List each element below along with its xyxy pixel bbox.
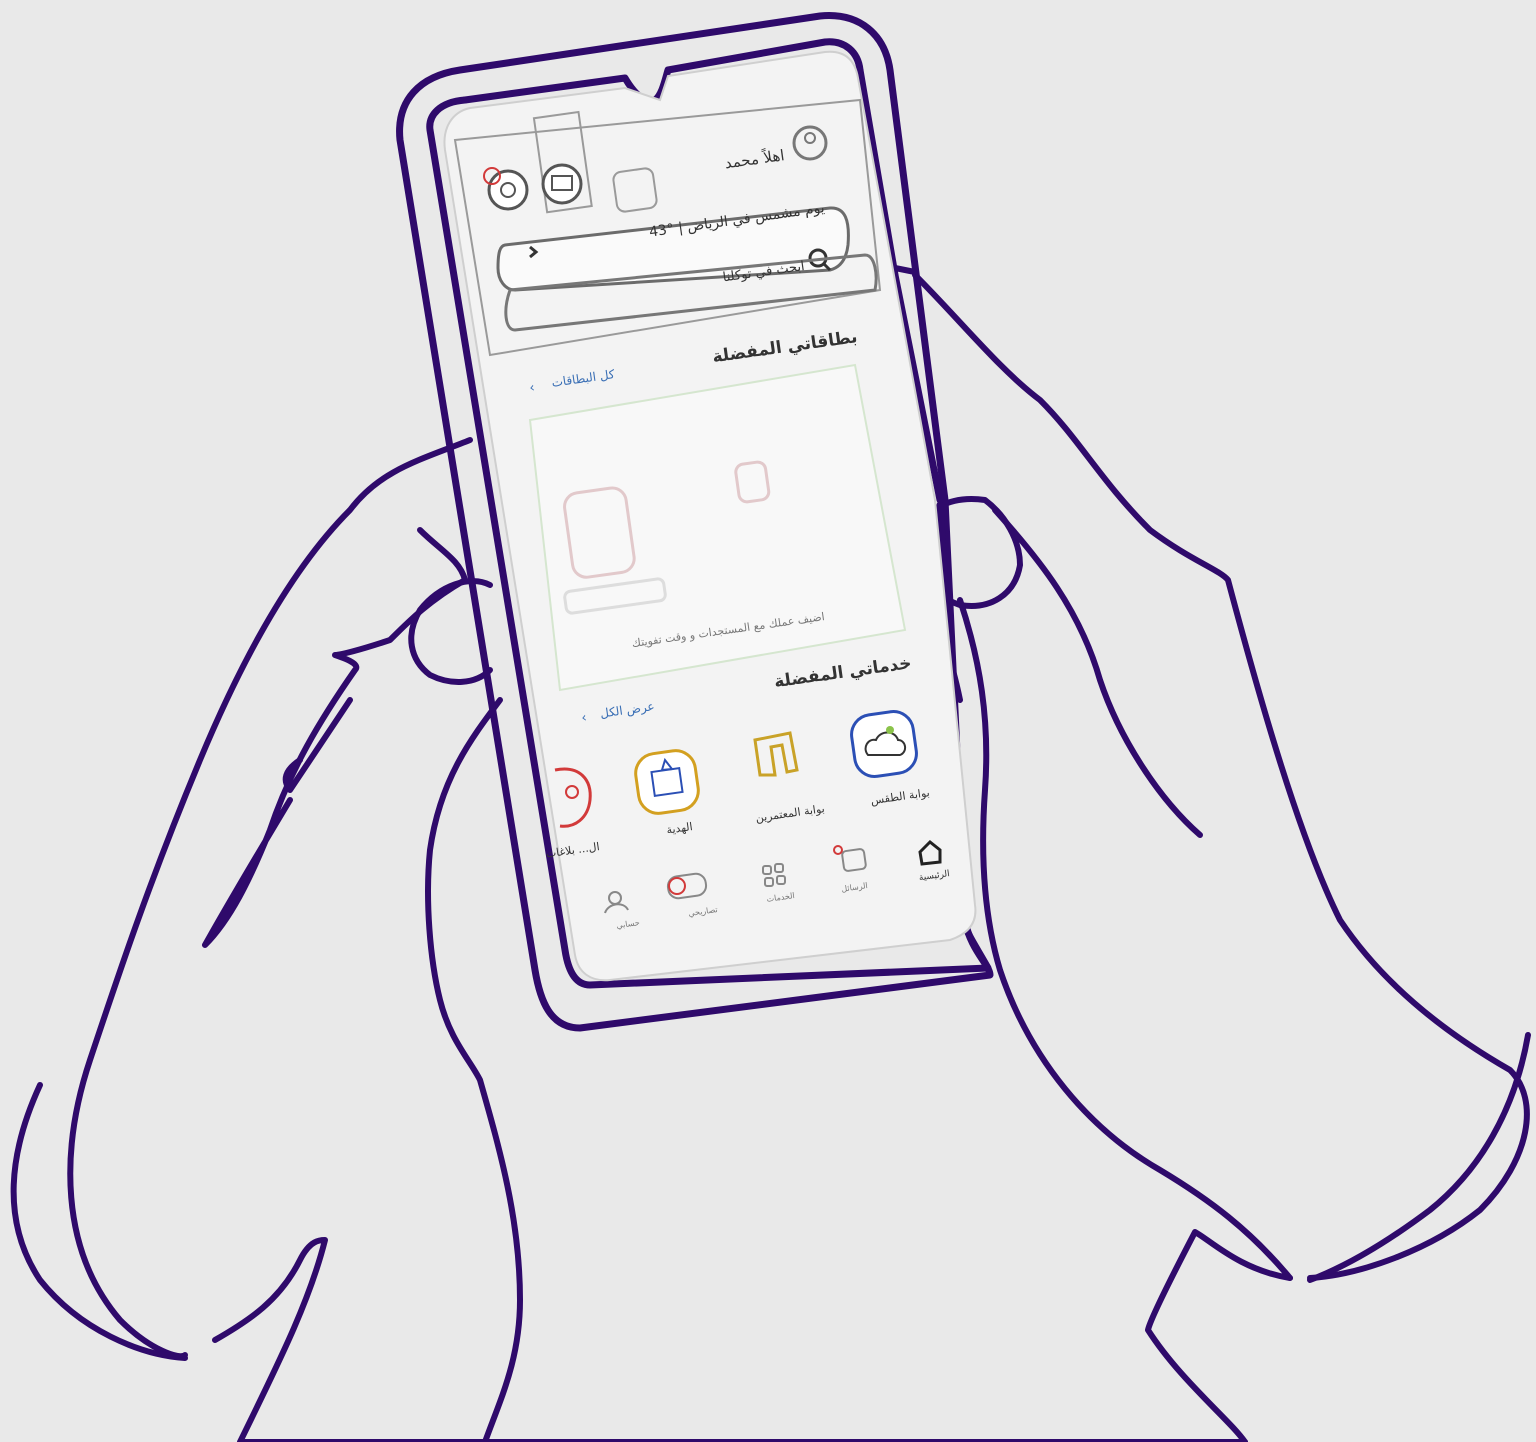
weather-cloud-icon[interactable] bbox=[849, 709, 919, 779]
notification-bell-icon[interactable] bbox=[541, 163, 583, 205]
left-hand bbox=[10, 437, 523, 1442]
illustration: اهلاً محمد 43° | يوم مشمس في الرياض ابحث… bbox=[10, 12, 1531, 1442]
gift-box-icon[interactable] bbox=[633, 748, 701, 816]
